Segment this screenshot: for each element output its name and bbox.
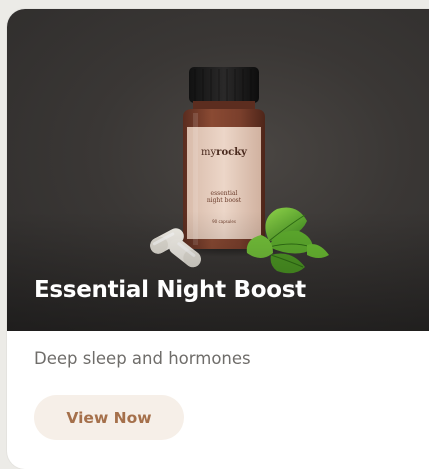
label-line1: essential — [211, 190, 238, 197]
product-card[interactable]: myrocky essential night boost 90 capsule… — [7, 9, 429, 469]
label-brand-main: rocky — [216, 147, 248, 158]
label-count: 90 capsules — [212, 219, 236, 224]
product-description: Deep sleep and hormones — [34, 349, 251, 368]
svg-text:myrocky: myrocky — [201, 147, 248, 158]
view-now-button[interactable]: View Now — [34, 395, 184, 440]
product-title: Essential Night Boost — [34, 277, 306, 303]
label-brand-prefix: my — [201, 147, 216, 158]
label-line2: night boost — [207, 197, 242, 204]
product-hero-image: myrocky essential night boost 90 capsule… — [7, 9, 429, 331]
